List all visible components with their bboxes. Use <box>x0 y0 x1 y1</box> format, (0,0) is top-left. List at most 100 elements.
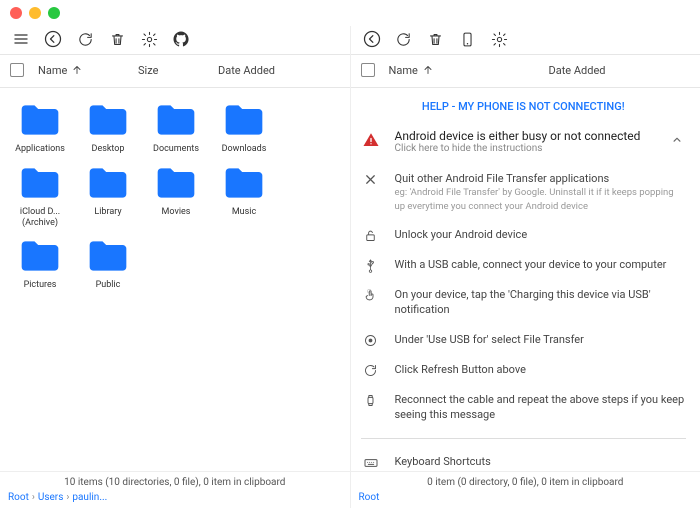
column-date[interactable]: Date Added <box>218 64 340 77</box>
warning-icon <box>361 129 381 149</box>
settings-button[interactable] <box>485 26 515 52</box>
folder-icon <box>216 98 272 142</box>
github-button[interactable] <box>166 26 196 52</box>
folder-item[interactable]: iCloud D... (Archive) <box>8 161 72 229</box>
folder-item[interactable]: Library <box>76 161 140 229</box>
folder-label: Downloads <box>222 144 267 155</box>
folder-icon <box>80 161 136 205</box>
right-breadcrumb: Root <box>359 492 693 503</box>
close-icon <box>361 171 381 187</box>
window-minimize-button[interactable] <box>29 7 41 19</box>
instruction-text: On your device, tap the 'Charging this d… <box>395 287 687 318</box>
column-date[interactable]: Date Added <box>549 64 691 77</box>
radio-icon <box>361 332 381 348</box>
column-size[interactable]: Size <box>138 64 218 77</box>
menu-button[interactable] <box>6 26 36 52</box>
breadcrumb-sep: › <box>66 492 69 503</box>
folder-icon <box>12 234 68 278</box>
instruction-row: Quit other Android File Transfer applica… <box>361 164 687 220</box>
collapse-icon[interactable] <box>670 129 686 147</box>
folder-label: Documents <box>153 144 199 155</box>
left-toolbar <box>0 26 350 52</box>
folder-item[interactable]: Downloads <box>212 98 276 155</box>
touch-icon <box>361 287 381 303</box>
instruction-text: With a USB cable, connect your device to… <box>395 257 687 272</box>
refresh-icon <box>361 362 381 378</box>
folder-icon <box>80 98 136 142</box>
breadcrumb-item[interactable]: Root <box>359 492 380 503</box>
breadcrumb-item[interactable]: Users <box>38 492 64 503</box>
select-all-checkbox[interactable] <box>361 63 375 77</box>
device-pane: Name Date Added HELP - MY PHONE IS NOT C… <box>351 26 700 508</box>
breadcrumb-item[interactable]: Root <box>8 492 29 503</box>
folder-label: iCloud D... (Archive) <box>8 207 72 229</box>
instruction-text: Reconnect the cable and repeat the above… <box>395 392 687 423</box>
alert-toggle[interactable]: Android device is either busy or not con… <box>395 129 657 154</box>
instruction-text: Under 'Use USB for' select File Transfer <box>395 332 687 347</box>
instruction-row: With a USB cable, connect your device to… <box>361 250 687 280</box>
usb-icon <box>361 257 381 273</box>
instruction-row: On your device, tap the 'Charging this d… <box>361 280 687 325</box>
lock-icon <box>361 227 381 243</box>
settings-button[interactable] <box>134 26 164 52</box>
local-pane: Name Size Date Added Applications Desktop… <box>0 26 351 508</box>
left-columns-header: Name Size Date Added <box>0 55 350 85</box>
titlebar <box>0 0 700 26</box>
folder-icon <box>148 98 204 142</box>
right-columns-header: Name Date Added <box>351 55 700 85</box>
folder-item[interactable]: Documents <box>144 98 208 155</box>
left-status: 10 items (10 directories, 0 file), 0 ite… <box>8 477 342 488</box>
folder-label: Pictures <box>24 280 57 291</box>
folder-item[interactable]: Public <box>76 234 140 291</box>
column-name[interactable]: Name <box>38 64 138 77</box>
keyboard-shortcuts-row[interactable]: Keyboard Shortcuts <box>395 454 687 469</box>
folder-label: Public <box>96 280 121 291</box>
left-breadcrumb: Root›Users›paulin... <box>8 492 342 503</box>
folder-label: Library <box>94 207 121 218</box>
instruction-text: Unlock your Android device <box>395 227 687 242</box>
right-toolbar <box>351 26 700 52</box>
instruction-row: Unlock your Android device <box>361 220 687 250</box>
folder-icon <box>12 98 68 142</box>
folder-icon <box>148 161 204 205</box>
folder-item[interactable]: Desktop <box>76 98 140 155</box>
back-button[interactable] <box>357 26 387 52</box>
folder-item[interactable]: Music <box>212 161 276 229</box>
breadcrumb-item[interactable]: paulin... <box>72 492 107 503</box>
folder-label: Movies <box>162 207 191 218</box>
instruction-row: Under 'Use USB for' select File Transfer <box>361 325 687 355</box>
instruction-text: Click Refresh Button above <box>395 362 687 377</box>
alert-subtitle: Click here to hide the instructions <box>395 143 657 154</box>
folder-label: Music <box>232 207 256 218</box>
help-link[interactable]: HELP - MY PHONE IS NOT CONNECTING! <box>361 94 687 125</box>
delete-button[interactable] <box>102 26 132 52</box>
folder-label: Applications <box>15 144 65 155</box>
breadcrumb-sep: › <box>32 492 35 503</box>
keyboard-icon <box>361 454 381 471</box>
folder-item[interactable]: Applications <box>8 98 72 155</box>
window-maximize-button[interactable] <box>48 7 60 19</box>
folder-label: Desktop <box>92 144 125 155</box>
select-all-checkbox[interactable] <box>10 63 24 77</box>
refresh-button[interactable] <box>389 26 419 52</box>
column-name[interactable]: Name <box>389 64 549 77</box>
window-close-button[interactable] <box>10 7 22 19</box>
instruction-subtext: eg: 'Android File Transfer' by Google. U… <box>395 186 687 213</box>
instruction-row: Reconnect the cable and repeat the above… <box>361 385 687 430</box>
folder-icon <box>80 234 136 278</box>
folder-icon <box>12 161 68 205</box>
folder-item[interactable]: Movies <box>144 161 208 229</box>
back-button[interactable] <box>38 26 68 52</box>
watch-icon <box>361 392 381 408</box>
alert-title: Android device is either busy or not con… <box>395 129 657 143</box>
storage-button[interactable] <box>453 26 483 52</box>
delete-button[interactable] <box>421 26 451 52</box>
refresh-button[interactable] <box>70 26 100 52</box>
folder-icon <box>216 161 272 205</box>
instruction-row: Click Refresh Button above <box>361 355 687 385</box>
sort-asc-icon <box>71 64 83 76</box>
instruction-text: Quit other Android File Transfer applica… <box>395 171 687 213</box>
right-status: 0 item (0 directory, 0 file), 0 item in … <box>359 477 693 488</box>
folder-item[interactable]: Pictures <box>8 234 72 291</box>
sort-asc-icon <box>422 64 434 76</box>
